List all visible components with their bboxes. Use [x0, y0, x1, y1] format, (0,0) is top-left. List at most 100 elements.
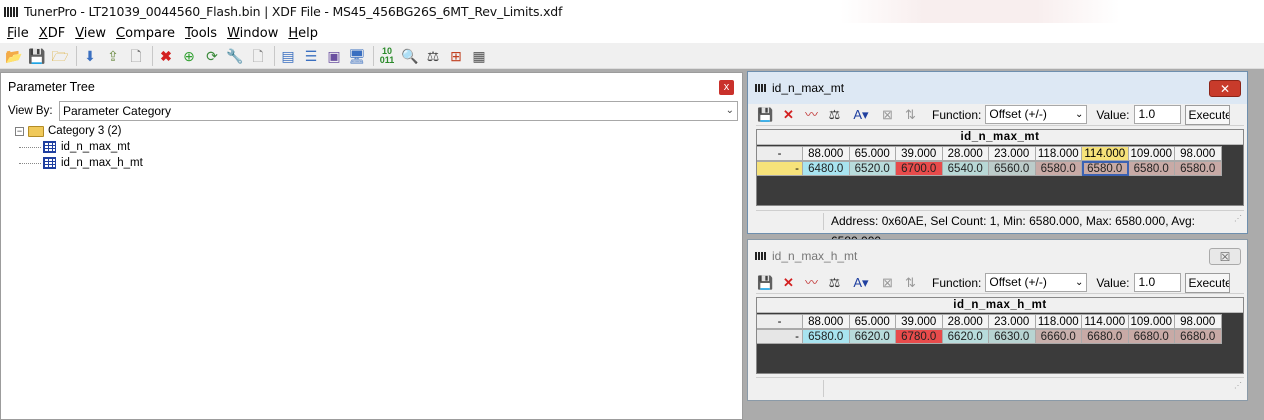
x-axis-cell[interactable]: 23.000 [989, 314, 1036, 329]
view-by-dropdown[interactable]: Parameter Category ⌄ [59, 101, 738, 121]
x-axis-cell[interactable]: 118.000 [1035, 314, 1082, 329]
scale-icon[interactable]: ⚖ [423, 46, 443, 66]
window-icon[interactable]: ▣ [324, 46, 344, 66]
scale-icon[interactable]: ⚖ [825, 105, 844, 124]
data-cell[interactable]: 6580.0 [1035, 161, 1082, 176]
table-window-title: id_n_max_h_mt [772, 249, 858, 263]
save-icon[interactable]: 💾 [756, 273, 775, 292]
data-cell[interactable]: 6680.0 [1175, 329, 1222, 344]
tree-item-id-n-max-mt[interactable]: id_n_max_mt [15, 139, 143, 155]
graph-icon[interactable]: 〰 [802, 105, 821, 124]
resize-grip-icon[interactable]: ⋰ [1234, 209, 1242, 229]
x-axis-cell[interactable]: 98.000 [1175, 314, 1222, 329]
data-cell[interactable]: 6630.0 [989, 329, 1036, 344]
refresh-icon[interactable]: ⟳ [202, 46, 222, 66]
highlight-dropdown-icon[interactable]: A▾ [848, 273, 874, 292]
x-axis-cell[interactable]: 39.000 [896, 314, 943, 329]
menu-help[interactable]: Help [283, 26, 323, 41]
data-cell[interactable]: 6580.0 [803, 329, 850, 344]
open-bin-icon[interactable]: 🗁 [50, 46, 70, 66]
binary-icon[interactable]: 10 011 [377, 46, 397, 66]
x-axis-cell[interactable]: 109.000 [1128, 314, 1175, 329]
x-axis-cell[interactable]: 109.000 [1128, 146, 1175, 161]
delete-icon[interactable]: ✕ [779, 105, 798, 124]
execute-button[interactable]: Execute [1184, 272, 1230, 293]
import-icon[interactable]: ⬇ [80, 46, 100, 66]
tree-item-id-n-max-h-mt[interactable]: id_n_max_h_mt [15, 155, 143, 171]
menu-window[interactable]: Window [222, 26, 283, 41]
open-folder-icon[interactable]: 📂 [4, 46, 24, 66]
wrench-icon[interactable]: 🔧 [225, 46, 245, 66]
x-axis-cell[interactable]: 23.000 [989, 146, 1036, 161]
menu-tools[interactable]: Tools [180, 26, 222, 41]
close-button[interactable]: ☒ [1209, 248, 1241, 265]
data-cell[interactable]: 6700.0 [896, 161, 943, 176]
export-icon[interactable]: ⇪ [103, 46, 123, 66]
monitor-icon[interactable]: 🖥 [347, 46, 367, 66]
data-cell[interactable]: 6620.0 [942, 329, 989, 344]
data-cell[interactable]: 6620.0 [849, 329, 896, 344]
save-icon[interactable]: 💾 [756, 105, 775, 124]
x-axis-cell[interactable]: 65.000 [849, 146, 896, 161]
tree-category-node[interactable]: − Category 3 (2) [15, 123, 143, 139]
split-icon[interactable]: ☰ [301, 46, 321, 66]
x-axis-cell[interactable]: 39.000 [896, 146, 943, 161]
parameter-tree-close-button[interactable]: x [719, 80, 734, 95]
function-dropdown[interactable]: Offset (+/-) ⌄ [985, 105, 1088, 124]
collapse-icon[interactable]: − [15, 126, 24, 136]
data-cell[interactable]: 6680.0 [1082, 329, 1129, 344]
data-cell[interactable]: 6680.0 [1128, 329, 1175, 344]
axis-icon[interactable]: ⇅ [901, 273, 920, 292]
x-axis-cell[interactable]: 98.000 [1175, 146, 1222, 161]
data-cell[interactable]: 6580.0 [1082, 161, 1129, 176]
function-dropdown[interactable]: Offset (+/-) ⌄ [985, 273, 1088, 292]
x-axis-cell[interactable]: 28.000 [942, 314, 989, 329]
app-icon [4, 6, 18, 17]
menu-view[interactable]: View [70, 26, 111, 41]
delete-icon[interactable]: ✖ [156, 46, 176, 66]
value-input[interactable]: 1.0 [1133, 273, 1181, 292]
x-axis-cell[interactable]: 88.000 [803, 146, 850, 161]
x-axis-cell[interactable]: 65.000 [849, 314, 896, 329]
clear-axis-icon[interactable]: ⊠ [878, 273, 897, 292]
hierarchy-icon[interactable]: ⊞ [446, 46, 466, 66]
resize-grip-icon[interactable]: ⋰ [1234, 376, 1242, 396]
row-header-cell[interactable]: - [757, 329, 803, 344]
x-axis-cell[interactable]: 114.000 [1082, 314, 1129, 329]
highlight-dropdown-icon[interactable]: A▾ [848, 105, 874, 124]
calculator-icon[interactable]: ▦ [469, 46, 489, 66]
row-header-cell[interactable]: - [757, 161, 803, 176]
axis-icon[interactable]: ⇅ [901, 105, 920, 124]
x-axis-cell[interactable]: 118.000 [1035, 146, 1082, 161]
scale-icon[interactable]: ⚖ [825, 273, 844, 292]
data-cell[interactable]: 6480.0 [803, 161, 850, 176]
delete-icon[interactable]: ✕ [779, 273, 798, 292]
layout-icon[interactable]: ▤ [278, 46, 298, 66]
data-cell[interactable]: 6780.0 [896, 329, 943, 344]
corner-cell[interactable]: - [757, 146, 803, 161]
value-input[interactable]: 1.0 [1133, 105, 1181, 124]
search-icon[interactable]: 🔍 [400, 46, 420, 66]
data-cell[interactable]: 6560.0 [989, 161, 1036, 176]
menu-compare[interactable]: Compare [111, 26, 180, 41]
menu-file[interactable]: File [2, 26, 34, 41]
data-cell[interactable]: 6580.0 [1128, 161, 1175, 176]
blank-page-icon[interactable]: 🗋 [248, 46, 268, 66]
data-cell[interactable]: 6580.0 [1175, 161, 1222, 176]
save-icon[interactable]: 💾 [27, 46, 47, 66]
data-cell[interactable]: 6660.0 [1035, 329, 1082, 344]
data-cell[interactable]: 6540.0 [942, 161, 989, 176]
x-axis-cell[interactable]: 88.000 [803, 314, 850, 329]
new-document-icon[interactable]: 🗋 [126, 46, 146, 66]
close-button[interactable]: ✕ [1209, 80, 1241, 97]
corner-cell[interactable]: - [757, 314, 803, 329]
tree-item-label: id_n_max_mt [61, 141, 131, 153]
clear-axis-icon[interactable]: ⊠ [878, 105, 897, 124]
x-axis-cell[interactable]: 28.000 [942, 146, 989, 161]
graph-icon[interactable]: 〰 [802, 273, 821, 292]
execute-button[interactable]: Execute [1184, 104, 1230, 125]
add-icon[interactable]: ⊕ [179, 46, 199, 66]
data-cell[interactable]: 6520.0 [849, 161, 896, 176]
menu-xdf[interactable]: XDF [34, 26, 70, 41]
x-axis-cell[interactable]: 114.000 [1082, 146, 1129, 161]
